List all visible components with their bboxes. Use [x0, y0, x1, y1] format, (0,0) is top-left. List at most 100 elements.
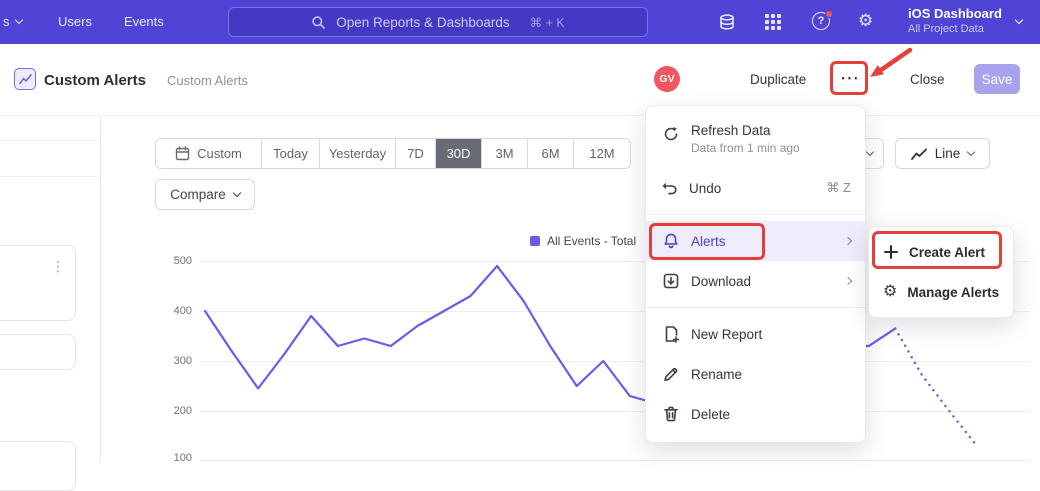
submenu-item-create-alert[interactable]: Create Alert	[869, 232, 1013, 272]
segment-custom[interactable]: Custom	[156, 139, 262, 168]
plus-icon	[883, 244, 899, 260]
sidebar-card[interactable]	[0, 441, 76, 491]
chevron-down-icon	[14, 16, 22, 24]
menu-item-refresh-data[interactable]: Refresh Data Data from 1 min ago	[646, 114, 865, 168]
chevron-down-icon	[967, 148, 975, 156]
chevron-right-icon	[844, 277, 852, 285]
chevron-down-icon	[233, 189, 241, 197]
chart-series-line-projected	[895, 329, 975, 444]
nav-item-partial[interactable]: s	[3, 14, 22, 29]
chevron-down-icon	[866, 148, 874, 156]
nav-item-label: Events	[124, 14, 164, 29]
notification-dot	[825, 10, 833, 18]
breadcrumb: Custom Alerts	[167, 73, 248, 88]
report-options-menu: Refresh Data Data from 1 min ago Undo ⌘ …	[645, 105, 866, 443]
sidebar-separator	[0, 176, 100, 177]
help-button[interactable]: ?	[812, 12, 831, 31]
menu-divider	[646, 214, 865, 215]
segment-6m[interactable]: 6M	[528, 139, 574, 168]
apps-grid-button[interactable]	[764, 13, 782, 31]
line-chart-icon	[911, 147, 927, 161]
gear-icon: ⚙	[883, 283, 897, 301]
avatar[interactable]: GV	[654, 66, 680, 92]
search-icon	[311, 15, 326, 30]
segment-today[interactable]: Today	[262, 139, 320, 168]
chart-legend: All Events - Total	[530, 234, 636, 248]
settings-button[interactable]: ⚙	[858, 12, 876, 30]
report-header: Custom Alerts Custom Alerts GV Duplicate…	[0, 44, 1040, 116]
pencil-icon	[662, 365, 680, 383]
date-range-segmented-control: Custom Today Yesterday 7D 30D 3M 6M 12M	[155, 138, 631, 169]
segment-yesterday[interactable]: Yesterday	[320, 139, 396, 168]
y-axis-tick: 200	[160, 405, 192, 417]
submenu-item-label: Manage Alerts	[907, 285, 999, 300]
y-axis-tick: 300	[160, 355, 192, 367]
menu-item-label: New Report	[691, 327, 762, 342]
chevron-right-icon	[844, 237, 852, 245]
menu-item-delete[interactable]: Delete	[646, 394, 865, 434]
project-subtitle: All Project Data	[908, 23, 1026, 35]
nav-item-events[interactable]: Events	[124, 14, 164, 29]
menu-item-shortcut: ⌘ Z	[826, 180, 851, 196]
y-axis-tick: 400	[160, 305, 192, 317]
submenu-item-label: Create Alert	[909, 245, 985, 260]
menu-item-new-report[interactable]: New Report	[646, 314, 865, 354]
nav-item-partial-label: s	[3, 14, 10, 29]
calendar-icon	[175, 146, 190, 161]
sidebar-card[interactable]	[0, 334, 76, 370]
trash-icon	[662, 405, 680, 423]
undo-icon	[662, 180, 678, 196]
alerts-submenu: Create Alert ⚙ Manage Alerts	[868, 226, 1014, 318]
new-report-icon	[662, 325, 680, 343]
download-icon	[662, 272, 680, 290]
segment-7d[interactable]: 7D	[396, 139, 436, 168]
menu-item-download[interactable]: Download	[646, 261, 865, 301]
segment-12m[interactable]: 12M	[574, 139, 630, 168]
nav-item-label: Users	[58, 14, 92, 29]
segment-label: Custom	[197, 146, 242, 161]
sidebar-divider	[100, 116, 101, 462]
search-placeholder: Open Reports & Dashboards	[336, 15, 509, 30]
legend-label: All Events - Total	[547, 234, 636, 248]
gear-icon: ⚙	[858, 11, 873, 30]
sidebar-card[interactable]: ⋮	[0, 245, 76, 321]
sidebar-separator	[0, 140, 100, 141]
bell-icon	[662, 232, 680, 250]
top-nav: s Users Events Open Reports & Dashboards…	[0, 0, 1040, 44]
save-button[interactable]: Save	[974, 64, 1020, 94]
more-options-button[interactable]: ⋯	[840, 67, 860, 90]
submenu-item-manage-alerts[interactable]: ⚙ Manage Alerts	[869, 272, 1013, 312]
global-search[interactable]: Open Reports & Dashboards ⌘ + K	[228, 7, 648, 37]
menu-item-alerts[interactable]: Alerts	[646, 221, 865, 261]
legend-swatch	[530, 236, 540, 246]
compare-label: Compare	[170, 187, 226, 202]
menu-item-label: Delete	[691, 407, 730, 422]
search-shortcut: ⌘ + K	[530, 15, 565, 30]
project-switcher[interactable]: iOS Dashboard All Project Data	[908, 6, 1026, 35]
segment-3m[interactable]: 3M	[482, 139, 528, 168]
grid-icon	[764, 13, 782, 31]
page-title: Custom Alerts	[44, 72, 146, 89]
menu-item-sublabel: Data from 1 min ago	[691, 141, 800, 155]
menu-item-undo[interactable]: Undo ⌘ Z	[646, 168, 865, 208]
chart-type-button[interactable]: Line	[895, 138, 990, 169]
duplicate-button[interactable]: Duplicate	[750, 72, 806, 87]
report-icon	[14, 68, 36, 90]
menu-item-label: Refresh Data	[691, 123, 800, 138]
menu-item-label: Download	[691, 274, 751, 289]
close-button[interactable]: Close	[910, 72, 945, 87]
menu-item-label: Rename	[691, 367, 742, 382]
y-axis-tick: 100	[160, 452, 192, 464]
nav-item-users[interactable]: Users	[58, 14, 92, 29]
chart-type-label: Line	[935, 146, 961, 161]
compare-button[interactable]: Compare	[155, 179, 255, 210]
menu-item-label: Undo	[689, 181, 721, 196]
database-icon	[718, 13, 736, 31]
refresh-icon	[662, 125, 680, 143]
segment-30d-selected[interactable]: 30D	[436, 139, 482, 168]
menu-item-rename[interactable]: Rename	[646, 354, 865, 394]
data-connections-button[interactable]	[718, 13, 736, 31]
menu-divider	[646, 307, 865, 308]
kebab-menu-icon[interactable]: ⋮	[51, 258, 65, 275]
project-title: iOS Dashboard	[908, 6, 1026, 21]
